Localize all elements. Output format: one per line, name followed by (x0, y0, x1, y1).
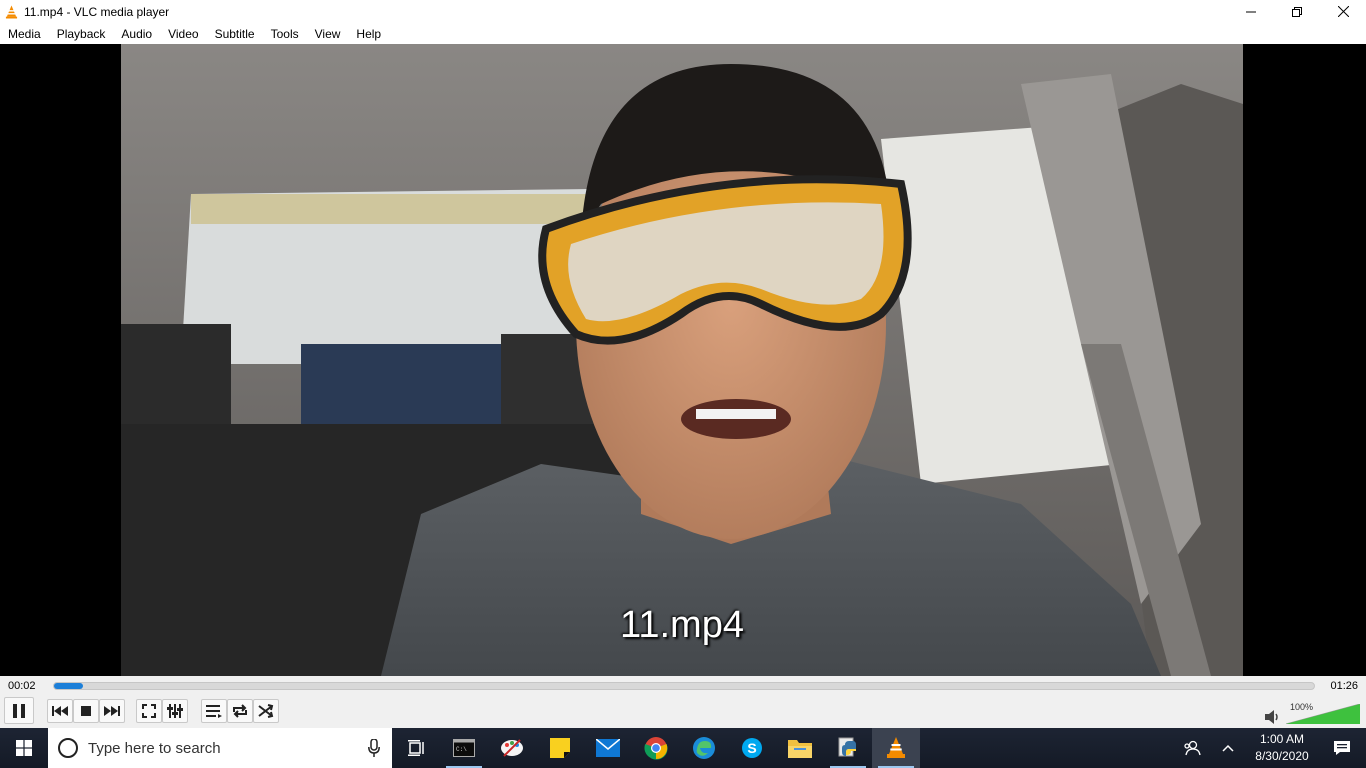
window-controls (1228, 0, 1366, 23)
previous-icon (52, 706, 68, 716)
python-icon (838, 737, 856, 757)
minimize-icon (1246, 11, 1256, 12)
total-time: 01:26 (1330, 680, 1358, 692)
stop-icon (81, 706, 91, 716)
menu-audio[interactable]: Audio (113, 27, 160, 41)
taskbar-paint[interactable] (488, 728, 536, 768)
clock-time: 1:00 AM (1259, 732, 1305, 746)
fullscreen-icon (142, 704, 156, 718)
taskbar-sticky-notes[interactable] (536, 728, 584, 768)
clock-date: 8/30/2020 (1255, 749, 1309, 763)
pause-icon (13, 703, 25, 718)
show-hidden-icons-button[interactable] (1210, 728, 1246, 768)
terminal-icon: C:\ (453, 739, 475, 757)
fullscreen-button[interactable] (136, 699, 162, 723)
shuffle-button[interactable] (253, 699, 279, 723)
shuffle-icon (258, 704, 274, 718)
pause-button[interactable] (4, 697, 34, 724)
next-icon (104, 706, 120, 716)
svg-text:S: S (747, 740, 756, 756)
taskbar-clock[interactable]: 1:00 AM 8/30/2020 (1246, 731, 1318, 765)
menu-view[interactable]: View (307, 27, 349, 41)
seek-slider[interactable] (53, 682, 1315, 690)
microphone-icon[interactable] (368, 739, 380, 757)
people-icon (1184, 740, 1201, 756)
sticky-notes-icon (550, 738, 570, 758)
cortana-icon (58, 738, 78, 758)
control-bar: 100% (0, 696, 1366, 728)
seek-progress-fill (54, 683, 83, 689)
volume-slider[interactable] (1286, 704, 1360, 724)
vlc-cone-icon (887, 737, 905, 758)
svg-text:C:\: C:\ (456, 746, 467, 753)
taskbar-edge[interactable] (680, 728, 728, 768)
seek-row: 00:02 01:26 (0, 676, 1366, 696)
menu-help[interactable]: Help (348, 27, 389, 41)
search-placeholder: Type here to search (88, 739, 221, 757)
taskbar-mail[interactable] (584, 728, 632, 768)
minimize-button[interactable] (1228, 0, 1274, 23)
restore-icon (1292, 6, 1302, 17)
taskbar-chrome[interactable] (632, 728, 680, 768)
video-scene (121, 44, 1243, 676)
taskbar-python[interactable] (824, 728, 872, 768)
video-area[interactable]: 11.mp4 (0, 44, 1366, 676)
restore-button[interactable] (1274, 0, 1320, 23)
action-center-button[interactable] (1318, 728, 1366, 768)
close-button[interactable] (1320, 0, 1366, 23)
title-bar: 11.mp4 - VLC media player (0, 0, 1366, 23)
skype-icon: S (742, 738, 762, 758)
loop-button[interactable] (227, 699, 253, 723)
osd-media-title: 11.mp4 (620, 604, 744, 646)
vlc-cone-icon (5, 5, 18, 18)
taskbar-file-explorer[interactable] (776, 728, 824, 768)
paint-palette-icon (501, 739, 523, 757)
close-icon (1337, 6, 1349, 17)
extended-settings-button[interactable] (162, 699, 188, 723)
windows-logo-icon (16, 740, 32, 756)
chevron-up-icon (1222, 744, 1234, 752)
system-tray: 1:00 AM 8/30/2020 (1174, 728, 1366, 768)
menu-media[interactable]: Media (0, 27, 49, 41)
speaker-icon[interactable] (1265, 710, 1281, 724)
elapsed-time: 00:02 (8, 680, 36, 692)
menu-bar: Media Playback Audio Video Subtitle Tool… (0, 23, 1366, 44)
loop-icon (233, 704, 247, 718)
people-button[interactable] (1174, 728, 1210, 768)
menu-subtitle[interactable]: Subtitle (207, 27, 263, 41)
playlist-icon (206, 705, 222, 718)
menu-tools[interactable]: Tools (263, 27, 307, 41)
playlist-button[interactable] (201, 699, 227, 723)
notification-icon (1334, 741, 1350, 755)
taskbar-skype[interactable]: S (728, 728, 776, 768)
equalizer-sliders-icon (167, 704, 183, 718)
video-frame: 11.mp4 (121, 44, 1243, 676)
start-button[interactable] (0, 728, 48, 768)
taskbar-terminal[interactable]: C:\ (440, 728, 488, 768)
previous-button[interactable] (47, 699, 73, 723)
taskbar-search-box[interactable]: Type here to search (48, 728, 392, 768)
edge-icon (693, 737, 715, 759)
menu-playback[interactable]: Playback (49, 27, 114, 41)
windows-taskbar: Type here to search C:\ S 1:00 AM 8/30/2… (0, 728, 1366, 768)
task-view-button[interactable] (392, 728, 440, 768)
taskbar-vlc[interactable] (872, 728, 920, 768)
menu-video[interactable]: Video (160, 27, 206, 41)
stop-button[interactable] (73, 699, 99, 723)
mail-icon (596, 739, 620, 757)
folder-icon (788, 740, 812, 758)
chrome-icon (644, 737, 668, 760)
task-view-icon (408, 740, 424, 756)
next-button[interactable] (99, 699, 125, 723)
window-title: 11.mp4 - VLC media player (24, 4, 170, 19)
